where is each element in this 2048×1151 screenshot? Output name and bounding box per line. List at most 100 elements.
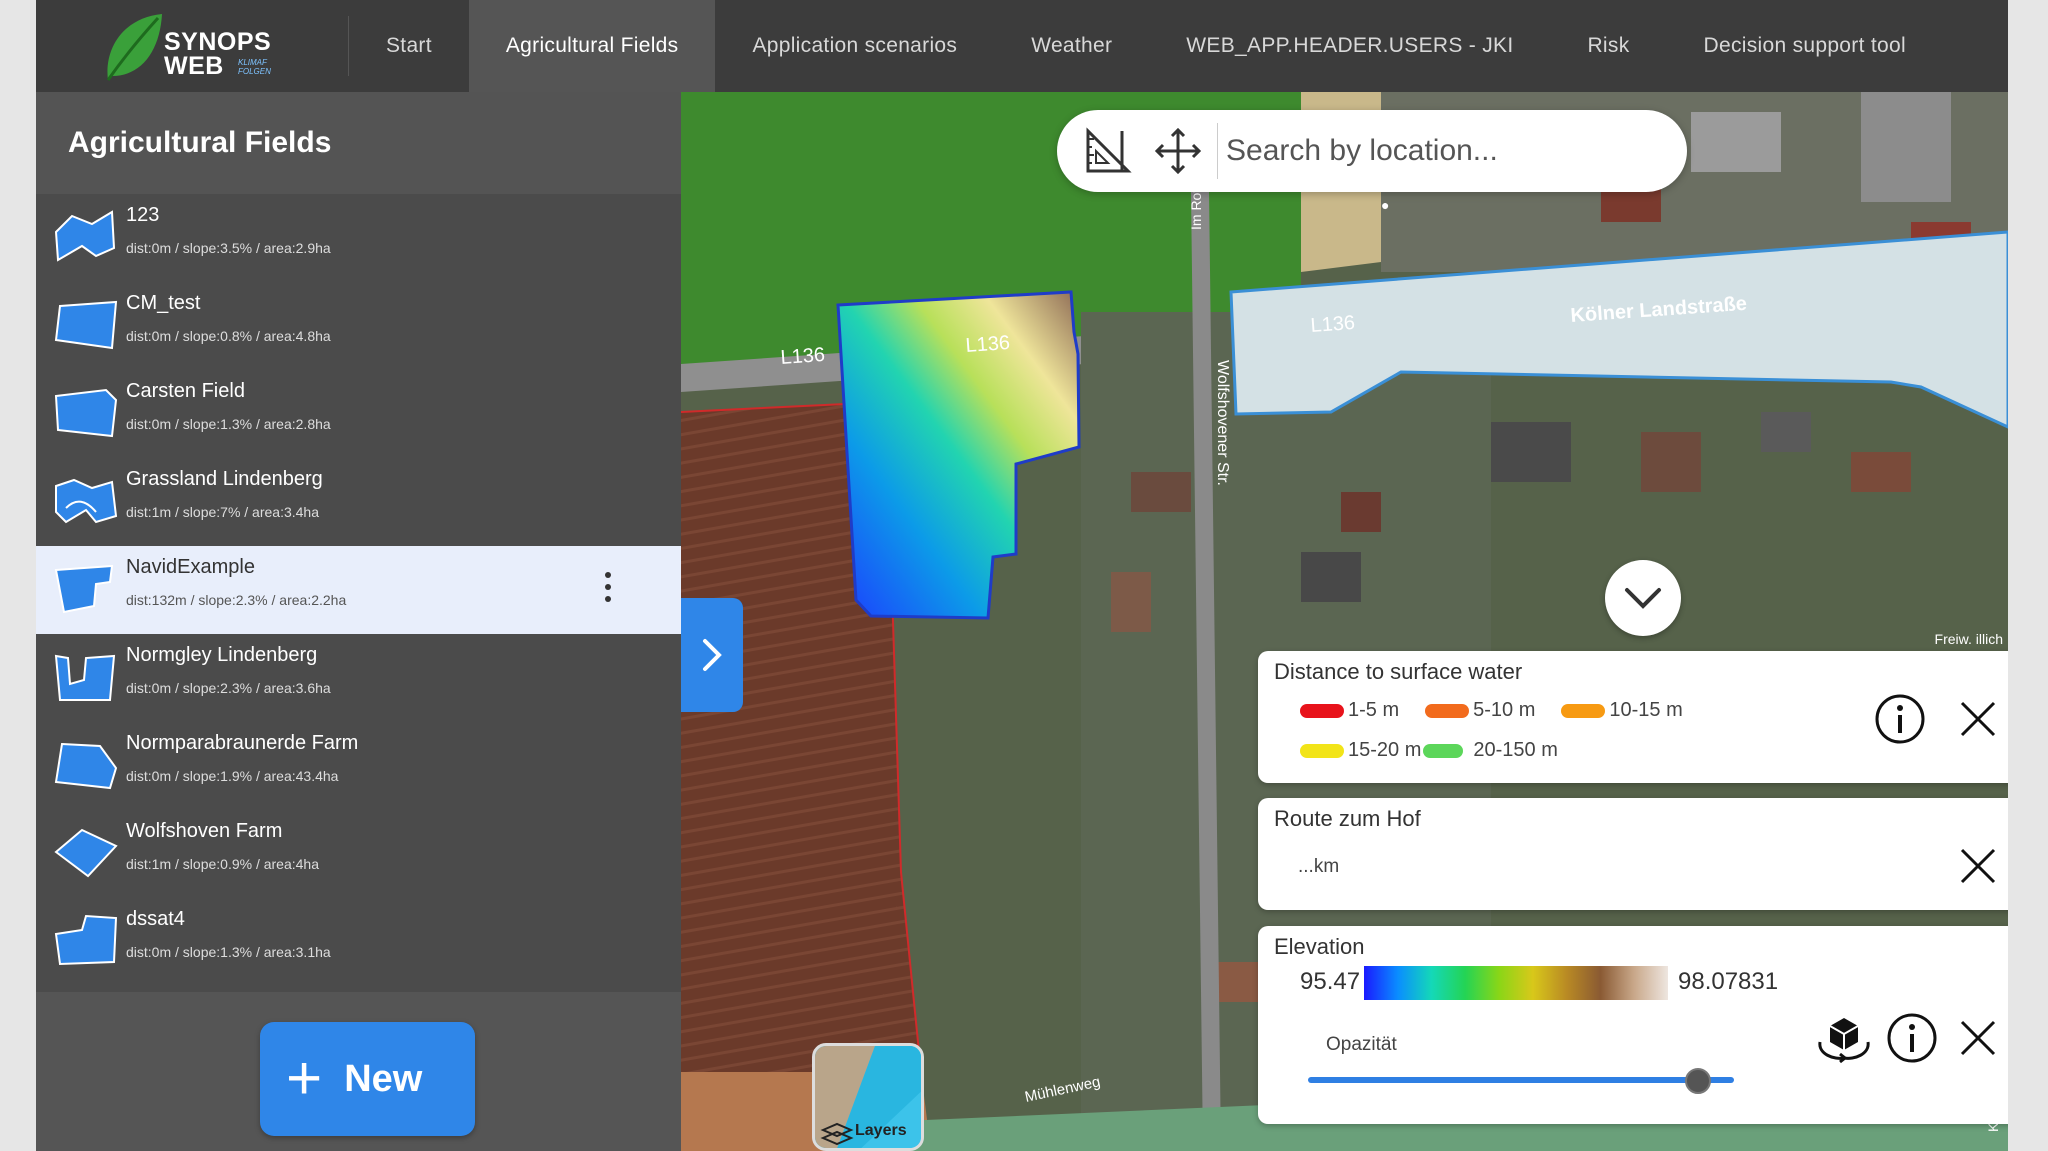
field-shape-icon	[54, 828, 118, 878]
ruler-triangle-icon	[1086, 127, 1132, 173]
elevation-min: 95.47	[1300, 968, 1361, 995]
field-shape-icon	[55, 478, 118, 524]
field-shape-icon	[54, 300, 118, 350]
nav-risk[interactable]: Risk	[1550, 0, 1666, 92]
chevron-down-icon	[1625, 588, 1661, 609]
field-name: CM_test	[126, 292, 201, 314]
elevation-panel: Elevation 95.47 98.07831 Opazität	[1258, 926, 2008, 1124]
surface-water-panel: Distance to surface water 1-5 m 5-10 m 1…	[1258, 651, 2008, 783]
legend-item: 20-150 m	[1423, 739, 1558, 762]
sidebar-title: Agricultural Fields	[36, 92, 681, 194]
nav-agricultural-fields[interactable]: Agricultural Fields	[468, 0, 716, 92]
road-label: L136	[965, 332, 1011, 357]
field-meta: dist:0m / slope:1.9% / area:43.4ha	[126, 768, 339, 784]
legend-label: 5-10 m	[1473, 699, 1536, 721]
nav-start[interactable]: Start	[349, 0, 469, 92]
field-shape-icon	[54, 914, 118, 966]
field-item-normgley-lindenberg[interactable]: Normgley Lindenberg dist:0m / slope:2.3%…	[36, 634, 681, 722]
field-item-wolfshoven-farm[interactable]: Wolfshoven Farm dist:1m / slope:0.9% / a…	[36, 810, 681, 898]
nav-decision-support-tool[interactable]: Decision support tool	[1667, 0, 1943, 92]
edge-label: Freiw. illich	[1935, 631, 2003, 647]
legend-item: 1-5 m	[1300, 699, 1399, 722]
field-item-grassland-lindenberg[interactable]: Grassland Lindenberg dist:1m / slope:7% …	[36, 458, 681, 546]
plus-icon: +	[286, 1044, 323, 1113]
field-meta: dist:1m / slope:0.9% / area:4ha	[126, 856, 319, 872]
field-meta: dist:0m / slope:1.3% / area:3.1ha	[126, 944, 331, 960]
opacity-slider-track[interactable]	[1308, 1077, 1734, 1083]
close-icon[interactable]	[1958, 699, 1998, 739]
field-shape-icon	[54, 388, 118, 438]
field-shape-icon	[54, 210, 116, 262]
field-item-normparabraunerde-farm[interactable]: Normparabraunerde Farm dist:0m / slope:1…	[36, 722, 681, 810]
info-icon[interactable]	[1886, 1012, 1938, 1064]
close-icon[interactable]	[1958, 1018, 1998, 1058]
nav-application-scenarios[interactable]: Application scenarios	[715, 0, 994, 92]
legend-swatch	[1561, 703, 1606, 718]
field-meta: dist:0m / slope:3.5% / area:2.9ha	[126, 240, 331, 256]
opacity-label: Opazität	[1326, 1034, 1397, 1055]
close-icon[interactable]	[1958, 846, 1998, 886]
road-label: L136	[1310, 312, 1356, 337]
field-name: 123	[126, 204, 160, 226]
legend-label: 20-150 m	[1473, 739, 1558, 761]
move-tool-button[interactable]	[1143, 110, 1213, 192]
field-item-navidexample[interactable]: NavidExample dist:132m / slope:2.3% / ar…	[36, 546, 681, 634]
legend-row: 1-5 m 5-10 m 10-15 m	[1300, 699, 1709, 722]
field-shape-icon	[54, 564, 114, 614]
legend-label: 10-15 m	[1609, 699, 1683, 721]
expand-panel-button[interactable]	[681, 598, 743, 712]
nav-users[interactable]: WEB_APP.HEADER.USERS - JKI	[1149, 0, 1550, 92]
legend-swatch	[1423, 743, 1464, 758]
elevation-max: 98.07831	[1678, 968, 1779, 995]
nav-weather[interactable]: Weather	[994, 0, 1149, 92]
field-item-cm-test[interactable]: CM_test dist:0m / slope:0.8% / area:4.8h…	[36, 282, 681, 370]
legend-row: 15-20 m 20-150 m	[1300, 739, 1584, 762]
layers-label: Layers	[855, 1122, 907, 1139]
route-panel: Route zum Hof ...km	[1258, 798, 2008, 910]
new-field-button[interactable]: + New	[260, 1022, 475, 1136]
panel-title: Route zum Hof	[1274, 806, 1421, 831]
logo-sub-line2: FOLGEN	[238, 67, 271, 76]
poi-pin-icon: ●	[1381, 197, 1389, 213]
collapse-panels-button[interactable]	[1605, 560, 1681, 636]
synops-logo[interactable]: SYNOPS WEB KLIMAF FOLGEN	[36, 0, 348, 92]
field-meta: dist:1m / slope:7% / area:3.4ha	[126, 504, 319, 520]
legend-label: 1-5 m	[1348, 699, 1400, 721]
search-divider	[1217, 123, 1218, 179]
logo-line1: SYNOPS	[164, 28, 272, 56]
measure-tool-button[interactable]	[1073, 110, 1143, 192]
legend-swatch	[1300, 703, 1344, 718]
field-meta: dist:0m / slope:2.3% / area:3.6ha	[126, 680, 331, 696]
move-arrows-icon	[1154, 127, 1202, 175]
field-item-carsten-field[interactable]: Carsten Field dist:0m / slope:1.3% / are…	[36, 370, 681, 458]
field-list: 123 dist:0m / slope:3.5% / area:2.9ha CM…	[36, 194, 681, 986]
field-item-dssat4[interactable]: dssat4 dist:0m / slope:1.3% / area:3.1ha	[36, 898, 681, 986]
panel-title: Distance to surface water	[1274, 659, 1523, 684]
field-name: Wolfshoven Farm	[126, 820, 283, 842]
3d-cube-icon[interactable]	[1814, 1012, 1874, 1064]
info-icon[interactable]	[1874, 693, 1926, 745]
legend-item: 15-20 m	[1300, 739, 1421, 762]
logo-sub-line1: KLIMAF	[238, 58, 267, 67]
new-button-label: New	[344, 1057, 423, 1100]
street-label: Wolfshovener Str.	[1214, 360, 1231, 486]
field-meta: dist:0m / slope:0.8% / area:4.8ha	[126, 328, 331, 344]
legend-label: 15-20 m	[1348, 739, 1422, 761]
leaf-icon	[106, 14, 162, 81]
field-name: Grassland Lindenberg	[126, 468, 323, 490]
legend-swatch	[1425, 703, 1470, 718]
opacity-slider-thumb[interactable]	[1685, 1068, 1712, 1094]
field-name: Normparabraunerde Farm	[126, 732, 359, 754]
route-distance: ...km	[1298, 856, 1340, 877]
location-search-input[interactable]	[1226, 134, 1646, 168]
layers-button[interactable]: Layers	[812, 1043, 924, 1151]
more-options-icon[interactable]	[603, 568, 613, 612]
road-label: L136	[780, 344, 826, 369]
chevron-right-icon	[703, 639, 722, 671]
field-meta: dist:132m / slope:2.3% / area:2.2ha	[126, 592, 347, 608]
field-shape-icon	[54, 742, 118, 790]
legend-item: 5-10 m	[1425, 699, 1535, 722]
map-search-bar	[1057, 110, 1687, 192]
field-item-123[interactable]: 123 dist:0m / slope:3.5% / area:2.9ha	[36, 194, 681, 282]
field-name: dssat4	[126, 908, 185, 930]
